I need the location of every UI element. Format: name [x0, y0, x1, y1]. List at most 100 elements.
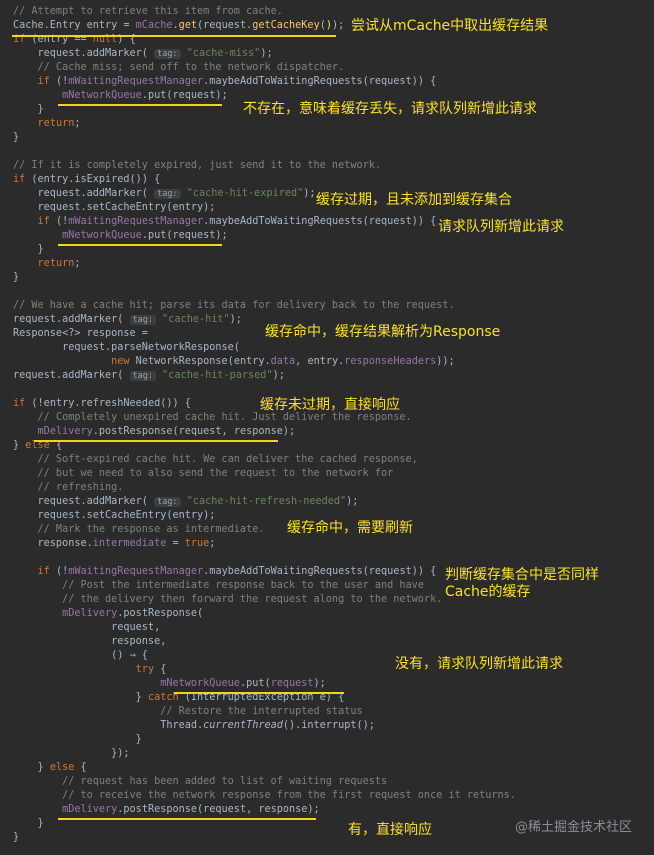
code-line: mDelivery.postResponse(request, response… — [13, 425, 296, 439]
code-token: // We have a cache hit; parse its data f… — [13, 300, 455, 311]
code-line: Cache.Entry entry = mCache.get(request.g… — [13, 19, 344, 33]
code-token: mCache — [135, 20, 173, 31]
code-token: .postResponse(request, response); — [117, 804, 320, 815]
code-token: ); — [229, 314, 242, 325]
code-token: .put( — [239, 678, 271, 689]
code-token: // Cache miss; send off to the network d… — [13, 62, 345, 73]
annotation-check-waiting-set: 判断缓存集合中是否同样 Cache的缓存 — [445, 567, 599, 600]
code-token: }); — [13, 748, 130, 759]
code-token: // but we need to also send the request … — [13, 468, 394, 479]
code-token: = — [166, 538, 185, 549]
code-token: mWaitingRequestManager — [68, 216, 204, 227]
code-line: // Attempt to retrieve this item from ca… — [13, 5, 283, 19]
param-hint: tag: — [129, 371, 157, 381]
code-token: } — [13, 762, 50, 773]
code-editor: // Attempt to retrieve this item from ca… — [0, 0, 654, 855]
code-line: request.addMarker( tag: "cache-hit-parse… — [13, 369, 285, 383]
code-token: mWaitingRequestManager — [68, 566, 204, 577]
code-line: return; — [13, 117, 81, 131]
code-line: } else { — [13, 761, 87, 775]
underline-network-queue-put-1 — [58, 104, 222, 106]
code-token: "cache-hit" — [162, 314, 230, 325]
code-line: () → { — [13, 649, 148, 663]
code-token: // If it is completely expired, just sen… — [13, 160, 382, 171]
code-token: request.addMarker( — [13, 370, 130, 381]
code-token: // to receive the network response from … — [13, 790, 516, 801]
code-token: ); — [313, 678, 326, 689]
code-line: // Soft-expired cache hit. We can delive… — [13, 453, 418, 467]
code-token: intermediate — [92, 538, 167, 549]
code-token: )); — [436, 356, 455, 367]
code-line: // We have a cache hit; parse its data f… — [13, 299, 455, 313]
code-line: request.addMarker( tag: "cache-hit"); — [13, 313, 242, 327]
code-line: mNetworkQueue.put(request); — [13, 89, 228, 103]
code-token: get — [178, 20, 198, 31]
code-line: // If it is completely expired, just sen… — [13, 159, 381, 173]
code-token: ); — [346, 496, 359, 507]
code-token: mNetworkQueue — [62, 90, 142, 101]
code-line: mNetworkQueue.put(request); — [13, 229, 228, 243]
code-line: request, — [13, 621, 160, 635]
code-token: request, — [13, 622, 161, 633]
param-hint: tag: — [129, 315, 157, 325]
code-token: if — [37, 76, 50, 87]
watermark: @稀土掘金技术社区 — [514, 820, 632, 835]
code-line: if (entry.isExpired()) { — [13, 173, 160, 187]
code-line: try { — [13, 663, 167, 677]
code-token: .put(request); — [141, 90, 228, 101]
code-token: response, — [13, 636, 167, 647]
code-line: // Mark the response as intermediate. — [13, 523, 265, 537]
code-line: if (!mWaitingRequestManager.maybeAddToWa… — [13, 75, 437, 89]
code-token: new — [111, 356, 130, 367]
annotation-retrieve-cache: 尝试从mCache中取出缓存结果 — [351, 18, 549, 34]
code-token: ().interrupt(); — [282, 720, 375, 731]
param-hint: tag: — [154, 497, 181, 507]
code-token: request.addMarker( — [13, 314, 130, 325]
underline-network-queue-put-3 — [174, 692, 344, 694]
underline-network-queue-put-2 — [58, 244, 222, 246]
code-token: ; — [209, 538, 216, 549]
code-token: ; — [74, 118, 81, 129]
annotation-cache-miss: 不存在，意味着缓存丢失，请求队列新增此请求 — [243, 101, 537, 117]
code-line: Response<?> response = — [13, 327, 148, 341]
code-line: if (!mWaitingRequestManager.maybeAddToWa… — [13, 565, 437, 579]
code-token: mDelivery — [62, 608, 118, 619]
code-line: // to receive the network response from … — [13, 789, 516, 803]
code-token: responseHeaders — [344, 356, 437, 367]
code-token: ); — [331, 20, 345, 31]
annotation-queue-add: 请求队列新增此请求 — [438, 219, 564, 235]
code-line: // the delivery then forward the request… — [13, 593, 442, 607]
underline-mcache-get — [12, 35, 336, 37]
code-token: .maybeAddToWaitingRequests(request)) { — [203, 216, 437, 227]
code-line: } — [13, 831, 19, 845]
code-line: // Restore the interrupted status — [13, 705, 362, 719]
code-token: // Attempt to retrieve this item from ca… — [13, 6, 283, 17]
code-line: Thread.currentThread().interrupt(); — [13, 719, 375, 733]
code-token: ); — [260, 48, 273, 59]
code-token: , entry. — [295, 356, 345, 367]
underline-delivery-post-response-2 — [58, 818, 316, 820]
code-token: request.parseNetworkResponse( — [13, 342, 240, 353]
code-token: } — [13, 440, 26, 451]
annotation-cache-hit-parse: 缓存命中，缓存结果解析为Response — [265, 324, 501, 340]
code-line: request.addMarker( tag: "cache-hit-refre… — [13, 495, 358, 509]
code-line: } — [13, 131, 19, 145]
code-token: "cache-miss" — [186, 48, 261, 59]
code-line: response, — [13, 635, 166, 649]
code-line: } — [13, 271, 19, 285]
code-line: if (!entry.refreshNeeded()) { — [13, 397, 191, 411]
code-token: Response<?> response = — [13, 328, 148, 339]
code-token: else — [49, 762, 75, 773]
code-token: } — [13, 818, 44, 829]
code-token: (! — [49, 566, 69, 577]
code-line: // refreshing. — [13, 481, 124, 495]
code-token: true — [184, 538, 210, 549]
code-token: .maybeAddToWaitingRequests(request)) { — [203, 566, 437, 577]
code-token: .put(request); — [141, 230, 228, 241]
